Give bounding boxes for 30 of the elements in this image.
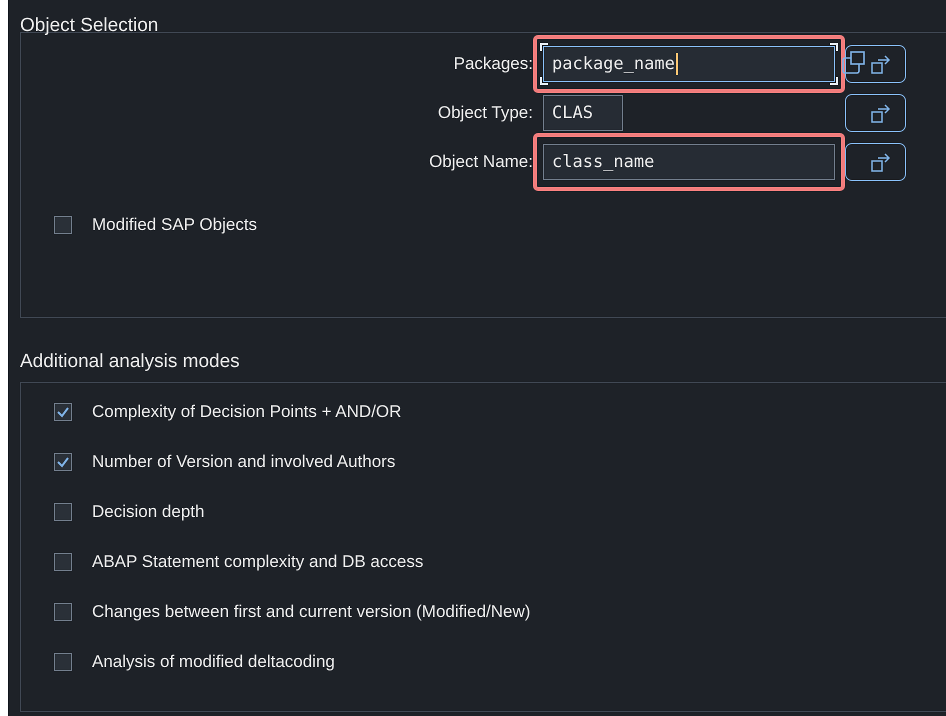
selection-button[interactable] [845,143,906,181]
checkbox[interactable] [54,453,72,471]
checkbox[interactable] [54,503,72,521]
checkbox-label: Number of Version and involved Authors [92,452,396,472]
input-field[interactable]: CLAS [543,95,623,131]
checkbox[interactable] [54,403,72,421]
input-field[interactable]: package_name [543,46,835,82]
check-icon [56,406,70,418]
checkbox-label: Decision depth [92,502,204,522]
checkbox-label: Analysis of modified deltacoding [92,652,335,672]
checkbox[interactable] [54,653,72,671]
checkbox-label: Changes between first and current version (Modified/New) [92,602,530,622]
checkbox-label: Modified SAP Objects [92,215,258,235]
export-icon [870,103,892,123]
selection-button[interactable] [845,94,906,132]
checkbox-label: Complexity of Decision Points + AND/OR [92,402,402,422]
section-title: Additional analysis modes [19,350,241,374]
input-field[interactable]: class_name [543,144,835,180]
checkbox[interactable] [54,603,72,621]
selection-button[interactable] [845,45,906,83]
export-icon [870,54,892,74]
export-icon [870,152,892,172]
field-label: Packages: [452,54,534,74]
checkbox[interactable] [54,216,72,234]
field-label: Object Type: [436,103,534,123]
field-label: Object Name: [428,152,534,172]
checkbox[interactable] [54,553,72,571]
text-cursor [676,53,678,75]
checkbox-label: ABAP Statement complexity and DB access [92,552,424,572]
check-icon [56,456,70,468]
